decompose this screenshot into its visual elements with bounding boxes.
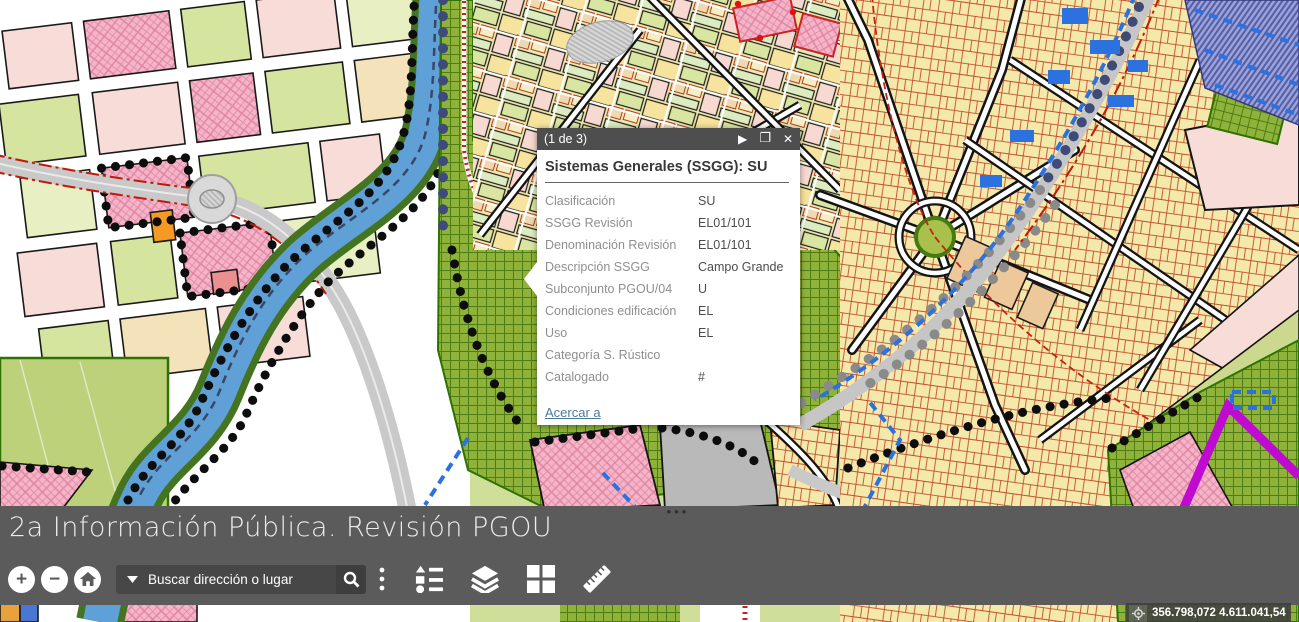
feature-popup: (1 de 3) ▶ ❐ ✕ Sistemas Generales (SSGG)… [537, 128, 800, 425]
popup-header: (1 de 3) ▶ ❐ ✕ [537, 128, 800, 150]
field-row: Descripción SSGGCampo Grande [545, 256, 789, 278]
popup-next-button[interactable]: ▶ [738, 128, 747, 150]
field-row: ClasificaciónSU [545, 190, 789, 212]
legend-button[interactable] [413, 564, 445, 594]
bottom-bar: ••• 2a Información Pública. Revisión PGO… [0, 506, 1299, 605]
field-row: Categoría S. Rústico [545, 344, 789, 366]
search-button[interactable] [336, 565, 366, 594]
chevron-down-icon [127, 576, 138, 583]
popup-title: Sistemas Generales (SSGG): SU [545, 159, 789, 175]
zoom-in-button[interactable]: + [8, 566, 35, 593]
basemap-gallery-button[interactable] [525, 564, 557, 594]
zoom-out-button[interactable]: − [41, 566, 68, 593]
basemap-grid-icon [527, 565, 555, 593]
ruler-icon [581, 564, 613, 594]
layers-button[interactable] [469, 564, 501, 594]
home-icon [80, 572, 96, 587]
popup-divider [545, 182, 789, 183]
coordinate-widget: 356.798,072 4.611.041,54 [1126, 603, 1291, 622]
app-window: (1 de 3) ▶ ❐ ✕ Sistemas Generales (SSGG)… [0, 0, 1299, 622]
popup-pager: (1 de 3) [544, 132, 587, 146]
locate-coordinates-button[interactable] [1129, 605, 1147, 622]
legend-icon [414, 565, 444, 593]
bar-collapse-handle[interactable]: ••• [650, 505, 706, 519]
search-source-dropdown[interactable] [116, 576, 146, 583]
field-row: Catalogado# [545, 366, 789, 388]
field-row: Subconjunto PGOU/04U [545, 278, 789, 300]
coordinate-readout: 356.798,072 4.611.041,54 [1152, 605, 1286, 621]
home-button[interactable] [74, 566, 101, 593]
search-icon [343, 571, 360, 588]
field-row: Condiciones edificaciónEL [545, 300, 789, 322]
measure-button[interactable] [581, 564, 613, 594]
kebab-menu-icon [379, 567, 385, 591]
overflow-menu-button[interactable] [375, 567, 389, 591]
field-row: UsoEL [545, 322, 789, 344]
search-box [116, 565, 366, 594]
popup-close-button[interactable]: ✕ [783, 128, 793, 150]
map-title: 2a Información Pública. Revisión PGOU [9, 512, 552, 543]
toolbar: + − [8, 562, 613, 596]
layers-icon [470, 565, 500, 593]
field-row: Denominación RevisiónEL01/101 [545, 234, 789, 256]
popup-body: Sistemas Generales (SSGG): SU Clasificac… [537, 150, 800, 425]
search-input[interactable] [146, 571, 336, 588]
popup-maximize-button[interactable]: ❐ [759, 128, 771, 150]
zoom-to-link[interactable]: Acercar a [545, 405, 601, 420]
crosshair-icon [1132, 607, 1145, 620]
popup-pointer [524, 262, 537, 296]
field-row: SSGG RevisiónEL01/101 [545, 212, 789, 234]
